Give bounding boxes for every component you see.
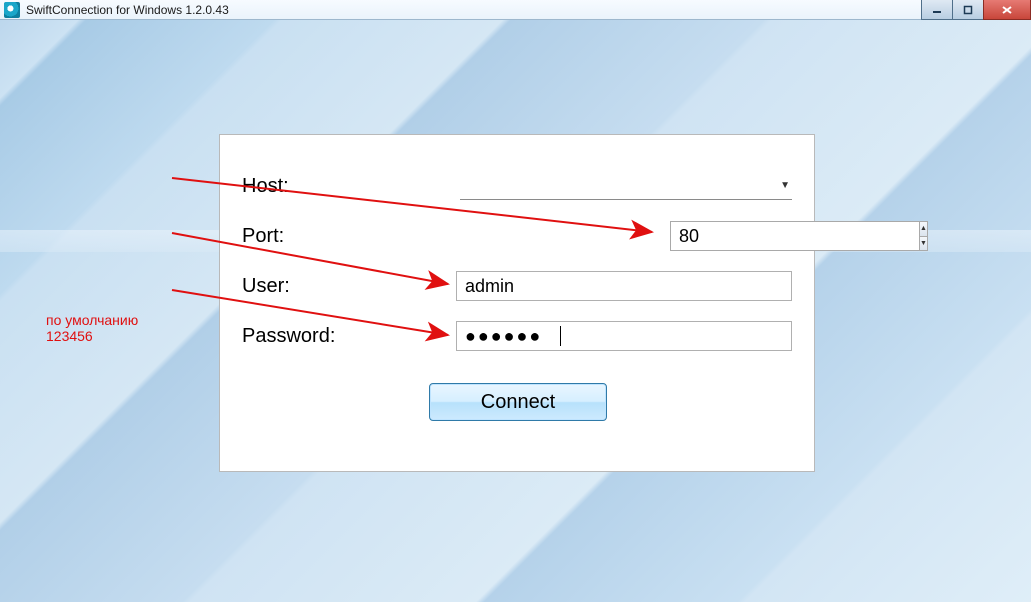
user-input[interactable] <box>456 271 792 301</box>
user-row: User: <box>242 271 792 301</box>
host-row: Host: ▼ <box>242 171 792 201</box>
chevron-down-icon: ▼ <box>920 240 927 247</box>
port-step-down[interactable]: ▼ <box>920 236 927 251</box>
annotation-line1: по умолчанию <box>46 312 138 328</box>
minimize-icon <box>932 5 942 15</box>
password-row: Password: <box>242 321 792 351</box>
app-icon <box>4 2 20 18</box>
annotation-line2: 123456 <box>46 328 138 344</box>
port-step-up[interactable]: ▲ <box>920 222 927 236</box>
connect-button-label: Connect <box>481 391 556 414</box>
chevron-up-icon: ▲ <box>920 225 927 232</box>
connect-button[interactable]: Connect <box>429 383 607 421</box>
close-button[interactable] <box>983 0 1031 20</box>
close-icon <box>1001 5 1013 15</box>
user-label: User: <box>242 275 456 298</box>
window-controls <box>921 0 1031 20</box>
port-label: Port: <box>242 225 462 248</box>
password-label: Password: <box>242 325 456 348</box>
host-label: Host: <box>242 175 460 198</box>
connection-panel: Host: ▼ Port: ▲ ▼ User: Password: <box>219 134 815 472</box>
password-input[interactable] <box>456 321 792 351</box>
port-input[interactable] <box>670 221 919 251</box>
port-spinner: ▲ ▼ <box>670 221 792 251</box>
default-credentials-note: по умолчанию 123456 <box>46 312 138 344</box>
window-title: SwiftConnection for Windows 1.2.0.43 <box>26 3 229 17</box>
maximize-icon <box>963 5 973 15</box>
minimize-button[interactable] <box>921 0 953 20</box>
chevron-down-icon: ▼ <box>780 180 790 191</box>
maximize-button[interactable] <box>952 0 984 20</box>
port-row: Port: ▲ ▼ <box>242 221 792 251</box>
text-cursor <box>560 326 561 346</box>
title-bar: SwiftConnection for Windows 1.2.0.43 <box>0 0 1031 20</box>
host-combobox[interactable]: ▼ <box>460 172 792 200</box>
